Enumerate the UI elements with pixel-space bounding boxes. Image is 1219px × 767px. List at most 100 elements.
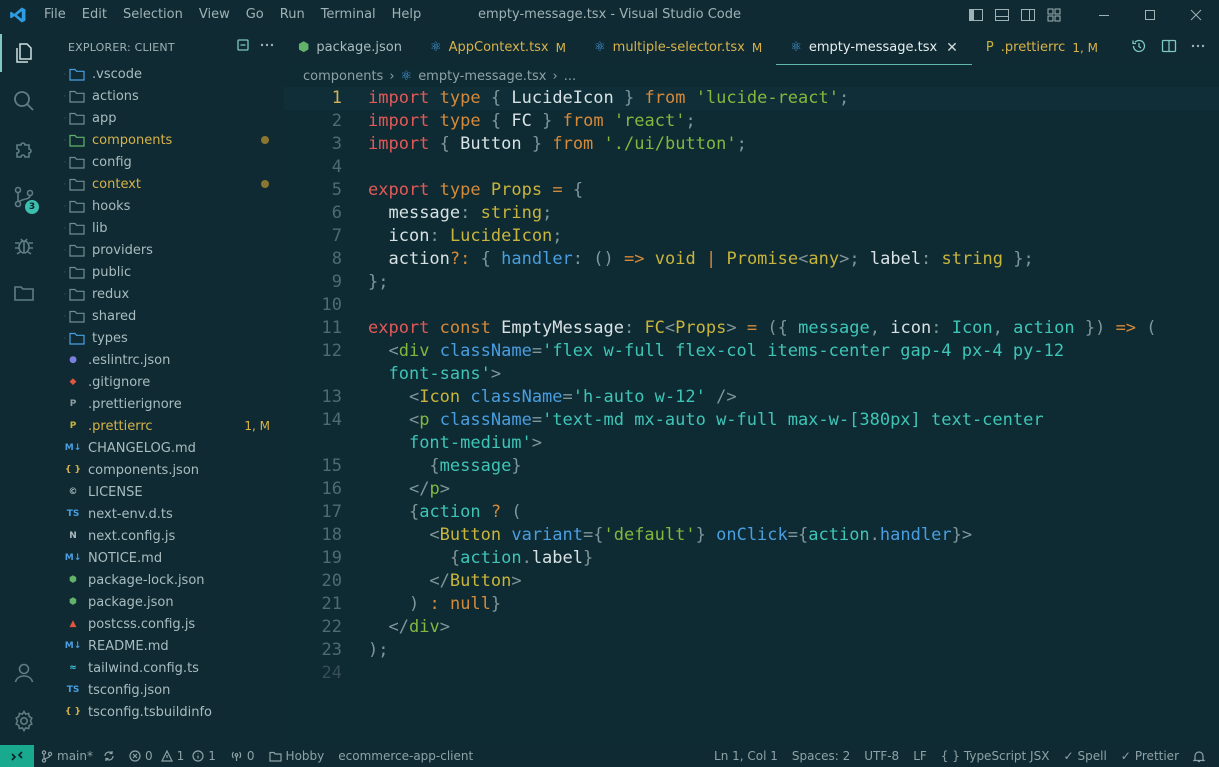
- code-line[interactable]: 5 export type Props = {: [284, 179, 1219, 202]
- prettier-status[interactable]: ✓ Prettier: [1114, 749, 1186, 763]
- folder-item[interactable]: public: [48, 261, 284, 283]
- ports-status[interactable]: 0: [223, 749, 262, 763]
- folder-item[interactable]: redux: [48, 283, 284, 305]
- file-item[interactable]: ⬢ package-lock.json: [48, 569, 284, 591]
- menu-go[interactable]: Go: [238, 0, 272, 30]
- file-item[interactable]: ⬢ package.json: [48, 591, 284, 613]
- spell-status[interactable]: ✓ Spell: [1056, 749, 1113, 763]
- source-control-icon[interactable]: 3: [0, 174, 48, 220]
- file-item[interactable]: { } tsconfig.tsbuildinfo: [48, 701, 284, 723]
- code-line[interactable]: 8 action?: { handler: () => void | Promi…: [284, 248, 1219, 271]
- file-item[interactable]: ● .eslintrc.json: [48, 349, 284, 371]
- code-editor[interactable]: 1 import type { LucideIcon } from 'lucide…: [284, 87, 1219, 745]
- code-line[interactable]: 7 icon: LucideIcon;: [284, 225, 1219, 248]
- extensions-puzzle-icon[interactable]: [0, 126, 48, 172]
- file-item[interactable]: M↓ NOTICE.md: [48, 547, 284, 569]
- maximize-icon[interactable]: [1127, 0, 1173, 30]
- code-line[interactable]: 20 </Button>: [284, 570, 1219, 593]
- code-line[interactable]: font-medium'>: [284, 432, 1219, 455]
- account-icon[interactable]: [0, 650, 48, 696]
- customize-layout-icon[interactable]: [1041, 0, 1067, 30]
- file-item[interactable]: P .prettierrc 1, M: [48, 415, 284, 437]
- code-line[interactable]: 21 ) : null}: [284, 593, 1219, 616]
- project-name[interactable]: ecommerce-app-client: [331, 749, 480, 763]
- folder-item[interactable]: lib: [48, 217, 284, 239]
- menu-edit[interactable]: Edit: [74, 0, 115, 30]
- folder-item[interactable]: config: [48, 151, 284, 173]
- toggle-panel-icon[interactable]: [989, 0, 1015, 30]
- code-line[interactable]: 23);: [284, 639, 1219, 662]
- folder-item[interactable]: providers: [48, 239, 284, 261]
- end-of-line[interactable]: LF: [906, 749, 934, 763]
- file-item[interactable]: { } components.json: [48, 459, 284, 481]
- menu-run[interactable]: Run: [272, 0, 313, 30]
- breadcrumb-symbol[interactable]: ...: [564, 69, 576, 84]
- code-line[interactable]: 18 <Button variant={'default'} onClick={…: [284, 524, 1219, 547]
- code-line[interactable]: font-sans'>: [284, 363, 1219, 386]
- toggle-primary-sidebar-icon[interactable]: [963, 0, 989, 30]
- file-item[interactable]: TS tsconfig.json: [48, 679, 284, 701]
- editor-tab[interactable]: ⚛ multiple-selector.tsx M: [580, 30, 776, 65]
- workspace-status[interactable]: Hobby: [262, 749, 332, 763]
- code-line[interactable]: 4: [284, 156, 1219, 179]
- editor-tab[interactable]: ⚛ AppContext.tsx M: [416, 30, 580, 65]
- close-tab-icon[interactable]: ✕: [946, 40, 958, 56]
- run-debug-icon[interactable]: [0, 222, 48, 268]
- code-line[interactable]: 17 {action ? (: [284, 501, 1219, 524]
- folder-item[interactable]: components: [48, 129, 284, 151]
- menu-view[interactable]: View: [191, 0, 238, 30]
- code-line[interactable]: 13 <Icon className='h-auto w-12' />: [284, 386, 1219, 409]
- menu-file[interactable]: File: [36, 0, 74, 30]
- file-item[interactable]: ◆ .gitignore: [48, 371, 284, 393]
- code-line[interactable]: 10: [284, 294, 1219, 317]
- code-line[interactable]: 15 {message}: [284, 455, 1219, 478]
- split-editor-icon[interactable]: [1161, 38, 1177, 58]
- file-item[interactable]: P .prettierignore: [48, 393, 284, 415]
- file-item[interactable]: © LICENSE: [48, 481, 284, 503]
- file-item[interactable]: TS next-env.d.ts: [48, 503, 284, 525]
- menu-selection[interactable]: Selection: [115, 0, 191, 30]
- file-item[interactable]: M↓ CHANGELOG.md: [48, 437, 284, 459]
- indentation[interactable]: Spaces: 2: [785, 749, 857, 763]
- folder-item[interactable]: actions: [48, 85, 284, 107]
- code-line[interactable]: 6 message: string;: [284, 202, 1219, 225]
- minimize-icon[interactable]: [1081, 0, 1127, 30]
- editor-tab[interactable]: P .prettierrc 1, M: [972, 30, 1112, 65]
- code-line[interactable]: 19 {action.label}: [284, 547, 1219, 570]
- language-mode[interactable]: { } TypeScript JSX: [934, 749, 1057, 763]
- breadcrumb-file[interactable]: empty-message.tsx: [418, 69, 546, 84]
- folder-item[interactable]: types: [48, 327, 284, 349]
- folder-item[interactable]: shared: [48, 305, 284, 327]
- breadcrumb-folder[interactable]: components: [303, 69, 383, 84]
- code-line[interactable]: 16 </p>: [284, 478, 1219, 501]
- code-line[interactable]: 14 <p className='text-md mx-auto w-full …: [284, 409, 1219, 432]
- search-icon[interactable]: [0, 78, 48, 124]
- collapse-folders-icon[interactable]: [236, 38, 250, 56]
- folder-item[interactable]: context: [48, 173, 284, 195]
- folder-item[interactable]: hooks: [48, 195, 284, 217]
- close-window-icon[interactable]: [1173, 0, 1219, 30]
- code-line[interactable]: 22 </div>: [284, 616, 1219, 639]
- explorer-icon[interactable]: [0, 30, 48, 76]
- folder-icon[interactable]: [0, 270, 48, 316]
- problems-status[interactable]: 0 1 1: [122, 749, 223, 763]
- file-item[interactable]: M↓ README.md: [48, 635, 284, 657]
- file-item[interactable]: ≈ tailwind.config.ts: [48, 657, 284, 679]
- code-line[interactable]: 2 import type { FC } from 'react';: [284, 110, 1219, 133]
- remote-indicator-icon[interactable]: [0, 745, 34, 767]
- file-item[interactable]: Nnext.config.js: [48, 525, 284, 547]
- timeline-history-icon[interactable]: [1131, 38, 1147, 58]
- menu-help[interactable]: Help: [384, 0, 430, 30]
- notifications-bell-icon[interactable]: [1186, 750, 1219, 763]
- file-item[interactable]: ▲ postcss.config.js: [48, 613, 284, 635]
- folder-item[interactable]: .vscode: [48, 63, 284, 85]
- code-line[interactable]: 12 <div className='flex w-full flex-col …: [284, 340, 1219, 363]
- folder-item[interactable]: app: [48, 107, 284, 129]
- more-actions-icon[interactable]: [260, 38, 274, 56]
- code-line[interactable]: 11 export const EmptyMessage: FC<Props> =…: [284, 317, 1219, 340]
- menu-terminal[interactable]: Terminal: [313, 0, 384, 30]
- branch-status[interactable]: main*: [34, 749, 122, 763]
- code-line[interactable]: 24: [284, 662, 1219, 685]
- settings-gear-icon[interactable]: [0, 698, 48, 744]
- cursor-position[interactable]: Ln 1, Col 1: [707, 749, 785, 763]
